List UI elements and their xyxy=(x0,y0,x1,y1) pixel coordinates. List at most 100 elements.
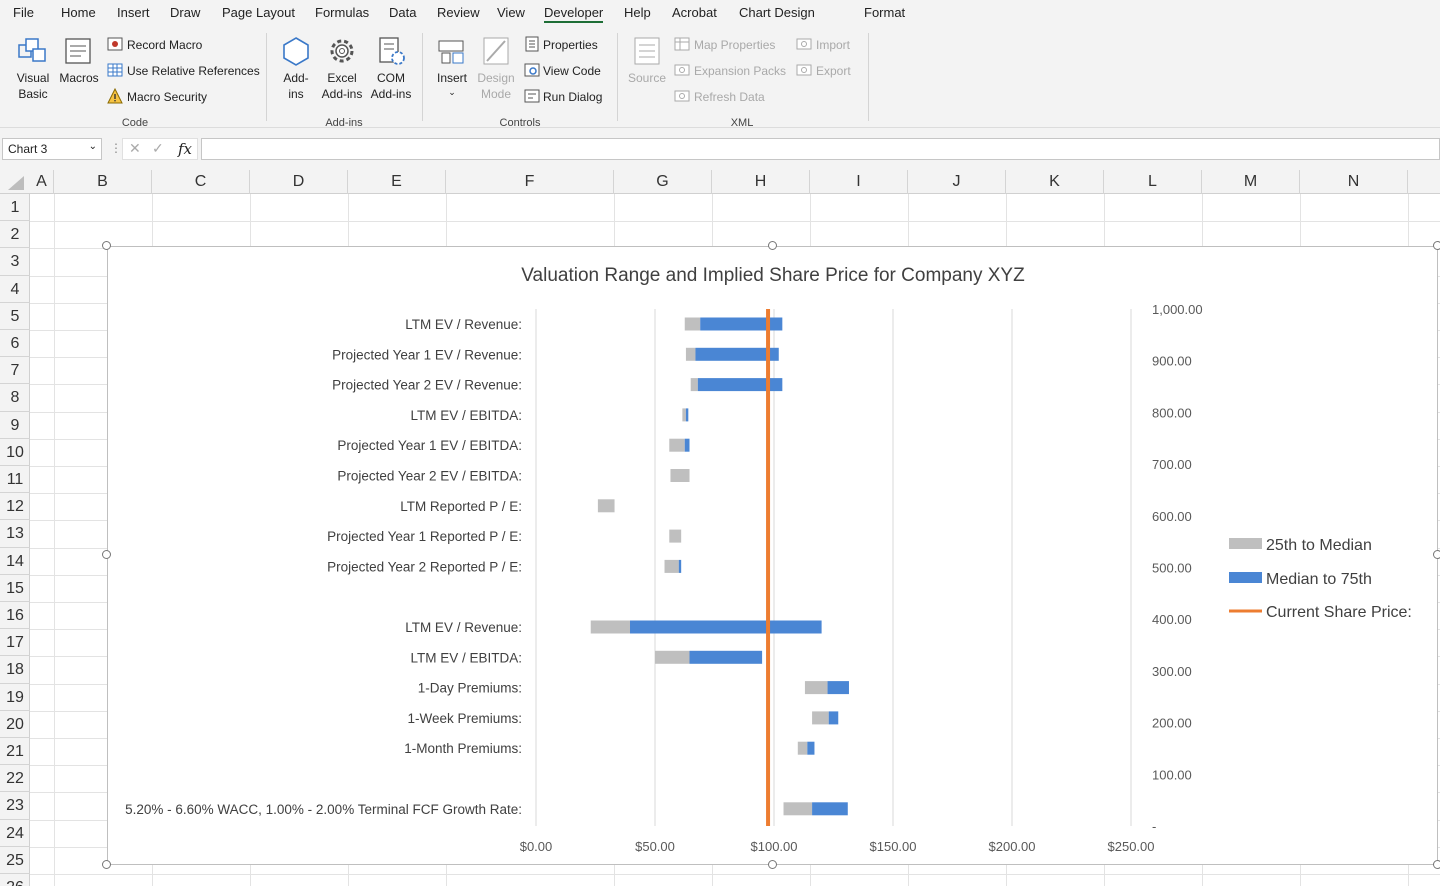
row-header[interactable]: 8 xyxy=(0,384,30,412)
menu-item[interactable]: Page Layout xyxy=(222,5,295,20)
column-header[interactable]: N xyxy=(1300,170,1408,194)
column-header[interactable]: I xyxy=(810,170,908,194)
insert-function-icon[interactable]: fx xyxy=(178,140,192,158)
menu-item[interactable]: Data xyxy=(389,5,416,20)
row-header[interactable]: 17 xyxy=(0,629,30,657)
row-header[interactable]: 9 xyxy=(0,412,30,439)
resize-handle[interactable] xyxy=(1433,860,1440,869)
row-header[interactable]: 23 xyxy=(0,792,30,820)
menu-item[interactable]: Formulas xyxy=(315,5,369,20)
x-tick-label: $100.00 xyxy=(751,839,798,854)
menu-item[interactable]: Review xyxy=(437,5,480,20)
enter-icon[interactable]: ✓ xyxy=(152,140,164,157)
row-header[interactable]: 19 xyxy=(0,684,30,711)
column-header[interactable]: C xyxy=(152,170,250,194)
row-header[interactable]: 14 xyxy=(0,548,30,575)
chevron-down-icon[interactable]: ⌄ xyxy=(89,141,97,152)
row-header[interactable]: 11 xyxy=(0,466,30,494)
column-header[interactable]: F xyxy=(446,170,614,194)
properties-button[interactable]: Properties xyxy=(543,38,598,52)
refresh-data-button[interactable]: Refresh Data xyxy=(694,90,765,104)
row-header[interactable]: 10 xyxy=(0,439,30,466)
cancel-icon[interactable]: ✕ xyxy=(129,140,141,157)
add-ins-button[interactable]: Add-ins xyxy=(276,70,316,102)
row-header[interactable]: 24 xyxy=(0,820,30,847)
row-header[interactable]: 15 xyxy=(0,575,30,602)
row-header[interactable]: 21 xyxy=(0,738,30,766)
row-header[interactable]: 5 xyxy=(0,303,30,330)
column-header[interactable]: M xyxy=(1202,170,1300,194)
menu-item[interactable]: Insert xyxy=(117,5,150,20)
column-header[interactable]: L xyxy=(1104,170,1202,194)
column-header[interactable]: G xyxy=(614,170,712,194)
column-header[interactable]: D xyxy=(250,170,348,194)
com-add-ins-button[interactable]: COM Add-ins xyxy=(367,70,415,102)
visual-basic-button[interactable]: Visual Basic xyxy=(10,70,56,102)
more-options-icon[interactable]: ⋮ xyxy=(110,141,122,155)
column-header[interactable]: J xyxy=(908,170,1006,194)
row-header[interactable]: 7 xyxy=(0,357,30,385)
chevron-down-icon[interactable]: ⌄ xyxy=(444,84,460,100)
row-header[interactable]: 13 xyxy=(0,520,30,548)
source-button[interactable]: Source xyxy=(624,70,670,86)
resize-handle[interactable] xyxy=(102,241,111,250)
excel-add-ins-button[interactable]: Excel Add-ins xyxy=(318,70,366,102)
column-header[interactable]: E xyxy=(348,170,446,194)
category-label: LTM Reported P / E: xyxy=(400,499,522,514)
row-header[interactable]: 3 xyxy=(0,248,30,276)
map-properties-button[interactable]: Map Properties xyxy=(694,38,775,52)
row-header[interactable]: 12 xyxy=(0,493,30,521)
row-header[interactable]: 18 xyxy=(0,656,30,684)
menu-item[interactable]: Home xyxy=(61,5,96,20)
menu-item[interactable]: View xyxy=(497,5,525,20)
menu-item[interactable]: Developer xyxy=(544,5,604,23)
name-box[interactable]: Chart 3 ⌄ xyxy=(2,138,102,160)
select-all-icon[interactable] xyxy=(8,176,24,190)
row-header[interactable]: 16 xyxy=(0,602,30,630)
macro-security-button[interactable]: Macro Security xyxy=(127,90,207,104)
expansion-packs-button[interactable]: Expansion Packs xyxy=(694,64,786,78)
row-header[interactable]: 22 xyxy=(0,765,30,793)
bar-median-to-75th xyxy=(828,711,839,725)
legend-label: 25th to Median xyxy=(1266,537,1372,554)
category-label: 1-Day Premiums: xyxy=(418,681,522,696)
macros-button[interactable]: Macros xyxy=(57,70,101,86)
menu-item[interactable]: Draw xyxy=(170,5,200,20)
menu-item[interactable]: File xyxy=(13,5,34,20)
row-header[interactable]: 1 xyxy=(0,194,30,222)
resize-handle[interactable] xyxy=(1433,241,1440,250)
column-header[interactable]: B xyxy=(54,170,152,194)
view-code-button[interactable]: View Code xyxy=(543,64,601,78)
row-header[interactable]: 26 xyxy=(0,874,30,886)
resize-handle[interactable] xyxy=(1433,550,1440,559)
menu-item[interactable]: Acrobat xyxy=(672,5,717,20)
map-properties-icon xyxy=(674,36,690,52)
formula-controls: ✕ ✓ fx xyxy=(122,138,198,160)
menu-item[interactable]: Format xyxy=(864,5,905,20)
design-mode-button[interactable]: Design Mode xyxy=(474,70,518,102)
row-header[interactable]: 6 xyxy=(0,330,30,358)
formula-input[interactable] xyxy=(201,138,1440,160)
chart-area[interactable]: Valuation Range and Implied Share Price … xyxy=(107,246,1438,865)
row-header[interactable]: 25 xyxy=(0,847,30,874)
import-button[interactable]: Import xyxy=(816,38,850,52)
use-relative-references-button[interactable]: Use Relative References xyxy=(127,64,260,78)
menu-item[interactable]: Help xyxy=(624,5,651,20)
column-header[interactable]: K xyxy=(1006,170,1104,194)
row-header[interactable]: 2 xyxy=(0,221,30,249)
gear-icon xyxy=(327,35,357,67)
name-box-value: Chart 3 xyxy=(8,142,48,156)
resize-handle[interactable] xyxy=(768,860,777,869)
column-header[interactable]: A xyxy=(30,170,54,194)
menu-item[interactable]: Chart Design xyxy=(739,5,815,20)
resize-handle[interactable] xyxy=(102,860,111,869)
resize-handle[interactable] xyxy=(768,241,777,250)
row-header[interactable]: 4 xyxy=(0,276,30,303)
run-dialog-button[interactable]: Run Dialog xyxy=(543,90,602,104)
column-header[interactable]: H xyxy=(712,170,810,194)
bar-median-to-75th xyxy=(630,620,822,634)
resize-handle[interactable] xyxy=(102,550,111,559)
export-button[interactable]: Export xyxy=(816,64,851,78)
row-header[interactable]: 20 xyxy=(0,711,30,738)
record-macro-button[interactable]: Record Macro xyxy=(127,38,202,52)
